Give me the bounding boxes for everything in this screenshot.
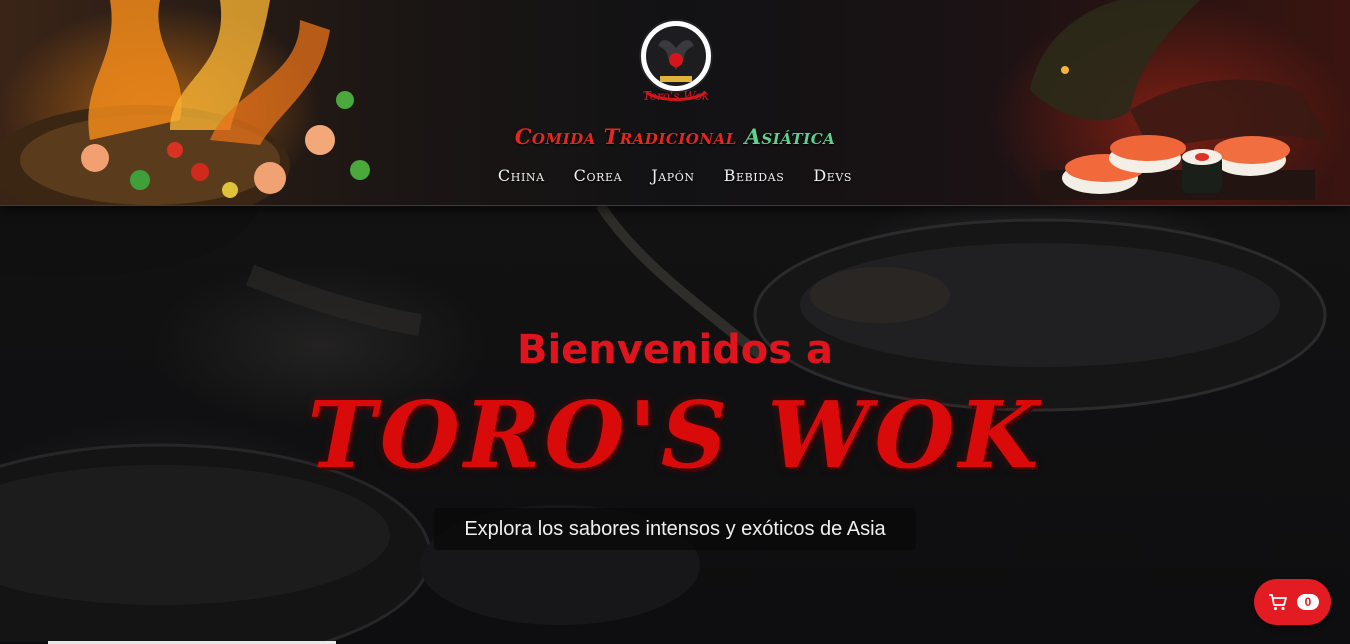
svg-text:Toro's Wok: Toro's Wok <box>643 89 710 103</box>
nav-item-corea[interactable]: Corea <box>574 166 623 185</box>
nav-item-devs[interactable]: Devs <box>813 166 852 185</box>
tagline-part-red: Comida Tradicional <box>514 124 737 149</box>
page: Toro's Wok Comida Tradicional Asiática C… <box>0 0 1350 644</box>
brand-title: TORO'S WOK <box>307 381 1043 489</box>
cart-button[interactable]: 0 <box>1254 579 1331 625</box>
main-nav: China Corea Japón Bebidas Devs <box>0 166 1350 185</box>
tagline-part-green: Asiática <box>744 124 836 149</box>
nav-item-china[interactable]: China <box>498 166 545 185</box>
cart-count-badge: 0 <box>1297 594 1319 610</box>
tagline: Comida Tradicional Asiática <box>0 124 1350 149</box>
nav-item-bebidas[interactable]: Bebidas <box>724 166 785 185</box>
toros-wok-logo[interactable]: Toro's Wok <box>638 18 714 104</box>
welcome-heading: Bienvenidos a <box>516 327 834 373</box>
site-header: Toro's Wok Comida Tradicional Asiática C… <box>0 0 1350 206</box>
subtitle-banner: Explora los sabores intensos y exóticos … <box>434 508 916 550</box>
hero-subtitle: Explora los sabores intensos y exóticos … <box>464 517 886 540</box>
shopping-cart-icon <box>1269 594 1287 611</box>
nav-item-japon[interactable]: Japón <box>651 166 694 185</box>
